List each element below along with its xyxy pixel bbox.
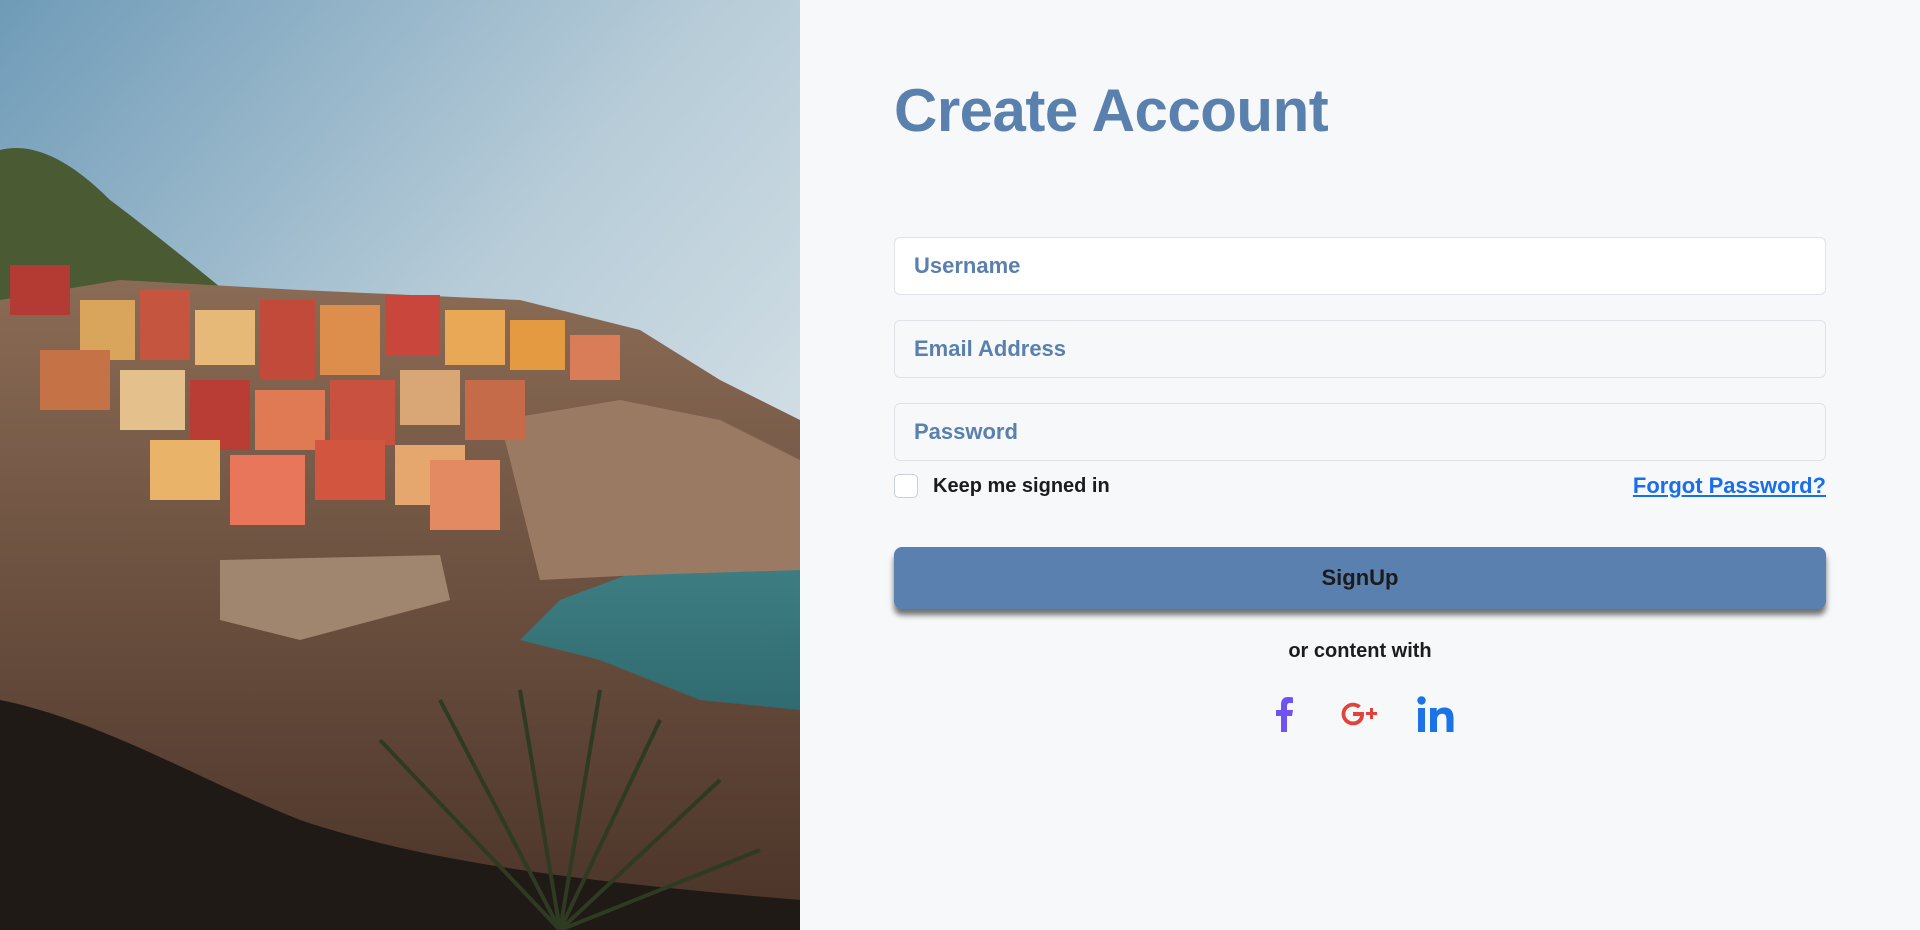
facebook-icon <box>1276 697 1293 732</box>
signup-button[interactable]: SignUp <box>894 547 1826 609</box>
landscape-photo-icon <box>0 0 800 930</box>
or-continue-text: or content with <box>1288 640 1432 662</box>
page-title: Create Account <box>894 77 1329 144</box>
signup-page: Create Account Keep me signed in Forgot … <box>0 0 1920 930</box>
forgot-password-link[interactable]: Forgot Password? <box>1633 473 1826 499</box>
social-login-row <box>894 690 1826 738</box>
google-plus-button[interactable] <box>1336 690 1384 738</box>
email-input[interactable] <box>894 320 1826 378</box>
google-plus-icon <box>1341 702 1377 726</box>
signup-panel: Create Account Keep me signed in Forgot … <box>800 0 1920 930</box>
linkedin-icon <box>1417 696 1454 732</box>
linkedin-button[interactable] <box>1412 690 1460 738</box>
keep-signed-in-checkbox[interactable] <box>894 474 918 498</box>
password-input[interactable] <box>894 403 1826 461</box>
keep-signed-in-label: Keep me signed in <box>933 474 1110 497</box>
hero-image <box>0 0 800 930</box>
username-input[interactable] <box>894 237 1826 295</box>
keep-signed-in-row: Keep me signed in <box>894 474 1110 498</box>
facebook-button[interactable] <box>1260 690 1308 738</box>
